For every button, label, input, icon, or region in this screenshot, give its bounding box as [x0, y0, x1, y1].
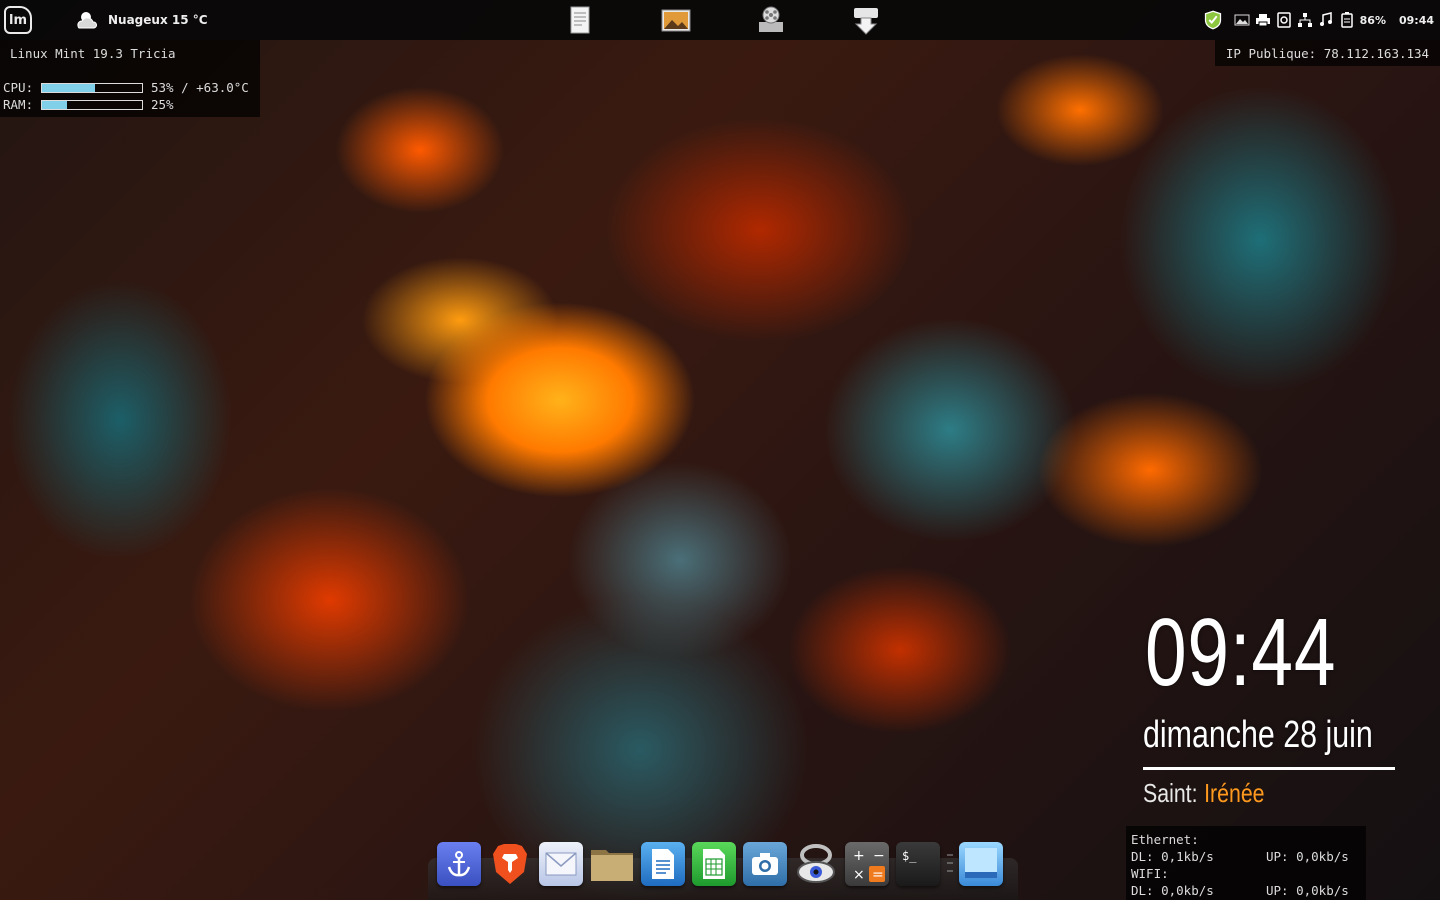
wifi-label: WIFI:: [1131, 866, 1169, 881]
separator-dots-icon: [947, 854, 953, 872]
software-manager-launcher[interactable]: [850, 4, 882, 36]
window-icon: [965, 848, 997, 878]
svg-text:−: −: [873, 848, 885, 864]
dock-item-show-desktop[interactable]: [959, 842, 1003, 886]
dock-item-writer[interactable]: [641, 842, 685, 886]
dock-item-calc[interactable]: [692, 842, 736, 886]
terminal-icon: $_: [902, 849, 917, 863]
calc-spreadsheet-icon: [703, 849, 725, 879]
svg-text:×: ×: [853, 867, 865, 883]
battery-icon[interactable]: [1339, 12, 1355, 28]
brave-lion-icon: [493, 844, 527, 884]
dock-separator: [947, 842, 953, 886]
public-ip-text: IP Publique: 78.112.163.134: [1225, 45, 1430, 61]
dock-item-camera[interactable]: [743, 842, 787, 886]
wifi-download: DL: 0,0kb/s: [1131, 883, 1214, 898]
cpu-bar-fill: [42, 83, 95, 92]
mint-logo-icon: lm: [8, 12, 27, 28]
cpu-label: CPU:: [3, 80, 34, 95]
desktop-clock-time: 09:44: [1145, 599, 1337, 706]
weather-text: Nuageux 15 °C: [108, 13, 208, 27]
system-monitor-widget: Linux Mint 19.3 Tricia CPU: 53% / +63.0°…: [0, 40, 260, 117]
battery-percent: 86%: [1359, 13, 1386, 27]
picture-icon: [661, 9, 691, 32]
video-player-launcher[interactable]: [755, 4, 787, 36]
image-viewer-launcher[interactable]: [660, 4, 692, 36]
ram-label: RAM:: [3, 97, 34, 112]
image-icon[interactable]: [1234, 12, 1250, 28]
eye-icon: [797, 844, 835, 883]
cloud-icon: [77, 12, 98, 29]
panel-clock[interactable]: 09:44: [1399, 14, 1434, 27]
desktop-clock-date: dimanche 28 juin: [1143, 714, 1373, 756]
film-reel-icon: [759, 6, 783, 32]
clock-divider: [1143, 767, 1395, 770]
wifi-upload: UP: 0,0kb/s: [1266, 883, 1349, 898]
dock-item-calculator[interactable]: + − × =: [845, 842, 889, 886]
dock-item-files[interactable]: [590, 842, 634, 886]
svg-text:+: +: [853, 848, 865, 864]
network-icon[interactable]: [1297, 12, 1313, 28]
saint-name: Irénée: [1204, 778, 1265, 808]
top-panel: lm Nuageux 15 °C 86% 09:44: [0, 0, 1440, 40]
printer-icon[interactable]: [1255, 12, 1271, 28]
desktop-wallpaper: [0, 0, 1440, 900]
dock-item-eye[interactable]: [794, 842, 838, 886]
network-monitor-widget: Ethernet: DL: 0,1kb/s UP: 0,0kb/s WIFI: …: [1126, 826, 1366, 900]
system-tray: 86% 09:44: [1203, 8, 1434, 32]
ethernet-label: Ethernet:: [1131, 832, 1199, 847]
update-icon[interactable]: [1276, 12, 1292, 28]
mail-icon: [545, 852, 577, 876]
writer-document-icon: [652, 849, 674, 879]
public-ip-widget: IP Publique: 78.112.163.134: [1215, 40, 1440, 66]
folder-icon: [591, 850, 633, 881]
svg-text:$_: $_: [902, 849, 917, 863]
saint-label: Saint:: [1143, 778, 1198, 808]
dock-item-brave[interactable]: [488, 842, 532, 886]
ram-bar-fill: [42, 100, 67, 109]
calculator-icon: + − × =: [853, 848, 885, 883]
cpu-value: 53% / +63.0°C: [151, 80, 249, 95]
music-note-icon[interactable]: [1318, 12, 1334, 28]
ethernet-download: DL: 0,1kb/s: [1131, 849, 1214, 864]
cpu-bar: [41, 82, 143, 93]
svg-text:=: =: [872, 867, 884, 883]
shield-check-icon[interactable]: [1203, 10, 1223, 30]
dock-item-terminal[interactable]: $_: [896, 842, 940, 886]
ram-value: 25%: [151, 97, 174, 112]
saint-of-day: Saint: Irénée: [1143, 778, 1265, 809]
dock-item-mail[interactable]: [539, 842, 583, 886]
mint-menu-button[interactable]: lm: [4, 6, 32, 34]
ram-bar: [41, 99, 143, 110]
ram-row: RAM: 25%: [3, 97, 174, 112]
ethernet-upload: UP: 0,0kb/s: [1266, 849, 1349, 864]
text-editor-launcher[interactable]: [564, 4, 596, 36]
document-icon: [570, 6, 590, 34]
camera-icon: [752, 853, 778, 875]
dock-item-anchor[interactable]: [437, 842, 481, 886]
anchor-icon: [447, 851, 471, 877]
download-icon: [854, 8, 878, 35]
cpu-row: CPU: 53% / +63.0°C: [3, 80, 249, 95]
weather-applet[interactable]: Nuageux 15 °C: [74, 8, 208, 32]
os-name: Linux Mint 19.3 Tricia: [10, 46, 176, 61]
